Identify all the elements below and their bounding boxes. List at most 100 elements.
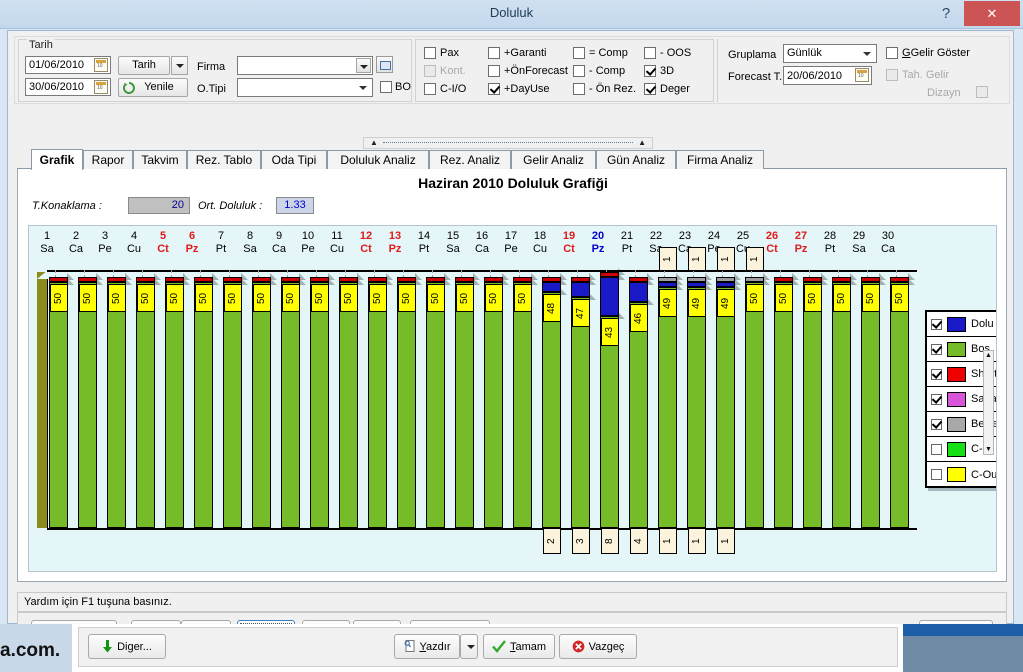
legend-checkbox[interactable]: [931, 393, 942, 405]
checkbox-minus-comp[interactable]: [573, 65, 585, 77]
bar-segment-short: [454, 276, 474, 282]
checkbox-garanti[interactable]: [488, 47, 500, 59]
bar-value-label-bos: 50: [281, 283, 300, 312]
bar-segment-bos: [135, 281, 155, 528]
bar-segment-bos: [889, 281, 909, 528]
tab-gun-analiz[interactable]: Gün Analiz: [596, 150, 676, 169]
tkonaklama-label: T.Konaklama :: [32, 200, 102, 212]
firma-dropdown-arrow[interactable]: [356, 58, 371, 73]
calendar-icon[interactable]: [94, 58, 108, 72]
bar-segment-bekleme: [657, 276, 677, 282]
gruplama-dropdown-arrow[interactable]: [860, 46, 875, 61]
bar-3d-side: [66, 272, 74, 280]
otipi-dropdown-arrow[interactable]: [356, 80, 371, 95]
bar-segment-short: [106, 276, 126, 282]
date-type-dropdown[interactable]: [171, 56, 188, 75]
legend-checkbox[interactable]: [931, 343, 942, 355]
refresh-icon: [123, 82, 135, 94]
x-axis-day-11: 11 Cu: [324, 230, 350, 256]
tab-oda-tipi[interactable]: Oda Tipi: [261, 150, 327, 169]
tab-grafik[interactable]: Grafik: [31, 149, 83, 170]
scroll-up-icon[interactable]: ▲: [985, 352, 992, 359]
legend-label: Dolu: [971, 318, 994, 330]
day-weekday: Pt: [418, 243, 430, 255]
checkbox-pax[interactable]: [424, 47, 436, 59]
legend-checkbox[interactable]: [931, 318, 942, 330]
bar-segment-bos: [251, 281, 271, 528]
checkbox-onrez[interactable]: [573, 83, 585, 95]
firma-select[interactable]: [237, 56, 373, 75]
yazdir-button[interactable]: Yazdır: [394, 634, 460, 659]
panel-splitter[interactable]: ▲ ▲: [363, 137, 653, 149]
bar-segment-bos: [570, 296, 590, 528]
checkbox-deger[interactable]: [644, 83, 656, 95]
tab-takvim[interactable]: Takvim: [133, 150, 187, 169]
diger-button[interactable]: Diger...: [88, 634, 166, 659]
x-axis-day-15: 15 Sa: [440, 230, 466, 256]
bar-3d-side: [472, 272, 480, 280]
bar-segment-bos: [773, 281, 793, 528]
tab-doluluk-analiz[interactable]: Doluluk Analiz: [327, 150, 429, 169]
firma-lookup-button[interactable]: [376, 56, 393, 73]
bar-3d-side: [298, 272, 306, 280]
checkbox-cio[interactable]: [424, 83, 436, 95]
close-icon[interactable]: ✕: [964, 1, 1020, 26]
otipi-select[interactable]: [237, 78, 373, 97]
scroll-down-icon[interactable]: ▼: [985, 446, 992, 453]
checkbox-eq-comp[interactable]: [573, 47, 585, 59]
checkbox-onforecast[interactable]: [488, 65, 500, 77]
help-icon[interactable]: ?: [935, 3, 957, 25]
checkbox-dayuse[interactable]: [488, 83, 500, 95]
legend-checkbox[interactable]: [931, 368, 942, 380]
legend-checkbox[interactable]: [931, 469, 942, 480]
day-weekday: Pe: [301, 243, 315, 255]
tab-rez-tablo[interactable]: Rez. Tablo: [187, 150, 261, 169]
bo-checkbox[interactable]: [380, 81, 392, 93]
vazgec-button[interactable]: Vazgeç: [559, 634, 637, 659]
day-number: 20: [591, 230, 605, 242]
x-axis-day-3: 3 Pe: [92, 230, 118, 256]
gruplama-select[interactable]: Günlük: [783, 44, 877, 63]
bar-segment-short: [628, 276, 648, 282]
refresh-button-top[interactable]: Yenile: [118, 78, 188, 97]
legend-row-dolu[interactable]: Dolu: [927, 312, 996, 337]
checkbox-oos[interactable]: [644, 47, 656, 59]
day-number: 7: [217, 230, 225, 242]
chart-vertical-scrollbar[interactable]: ▲ ▼: [983, 350, 994, 455]
yazdir-dropdown-button[interactable]: [460, 634, 478, 659]
bar-segment-bos: [425, 281, 445, 528]
bar-segment-bekleme: [744, 276, 764, 282]
checkbox-3d[interactable]: [644, 65, 656, 77]
checkbox-onforecast-label: +ÖnForecast: [504, 65, 568, 77]
gelir-goster-checkbox[interactable]: [886, 47, 898, 59]
day-number: 27: [794, 230, 808, 242]
bar-segment-short: [280, 276, 300, 282]
bar-value-label-dolu: 2: [542, 528, 561, 554]
bar-3d-side: [385, 272, 393, 280]
x-axis-day-2: 2 Ca: [63, 230, 89, 256]
tab-rez-analiz[interactable]: Rez. Analiz: [429, 150, 511, 169]
bar-3d-side: [414, 272, 422, 280]
tab-gelir-analiz[interactable]: Gelir Analiz: [511, 150, 596, 169]
day-weekday: Pz: [794, 243, 808, 255]
tab-firma-analiz[interactable]: Firma Analiz: [676, 150, 764, 169]
chart-plot-area[interactable]: 1 Sa 2 Ca 3 Pe 4 Cu 5 Ct 6 Pz 7 Pt 8 Sa 9 Ca 10 Pe 11 Cu 12 Ct 1…: [28, 225, 997, 572]
chart-bars-container: 50 50 50 50 50 50 50 50 50 50 50 50 50 50 50 50 50 48 2 47 3…: [37, 246, 917, 554]
bar-segment-bekleme: [715, 276, 735, 282]
legend-checkbox[interactable]: [931, 443, 942, 455]
bar-value-label-bos: 49: [687, 288, 706, 317]
calendar-icon-2[interactable]: [94, 80, 108, 94]
tab-rapor[interactable]: Rapor: [83, 150, 133, 169]
bar-segment-short: [309, 276, 329, 282]
day-weekday: Cu: [126, 243, 142, 255]
legend-row-c-out[interactable]: C-Out: [927, 462, 996, 487]
date-type-button[interactable]: Tarih: [118, 56, 170, 75]
legend-checkbox[interactable]: [931, 418, 942, 430]
bar-3d-side: [559, 272, 567, 280]
bar-segment-bos: [512, 281, 532, 528]
calendar-icon-3[interactable]: [855, 68, 869, 82]
tamam-button[interactable]: Tamam: [483, 634, 555, 659]
day-number: 24: [707, 230, 721, 242]
date-group-label: Tarih: [27, 39, 55, 51]
bar-segment-dolu: [570, 281, 590, 297]
